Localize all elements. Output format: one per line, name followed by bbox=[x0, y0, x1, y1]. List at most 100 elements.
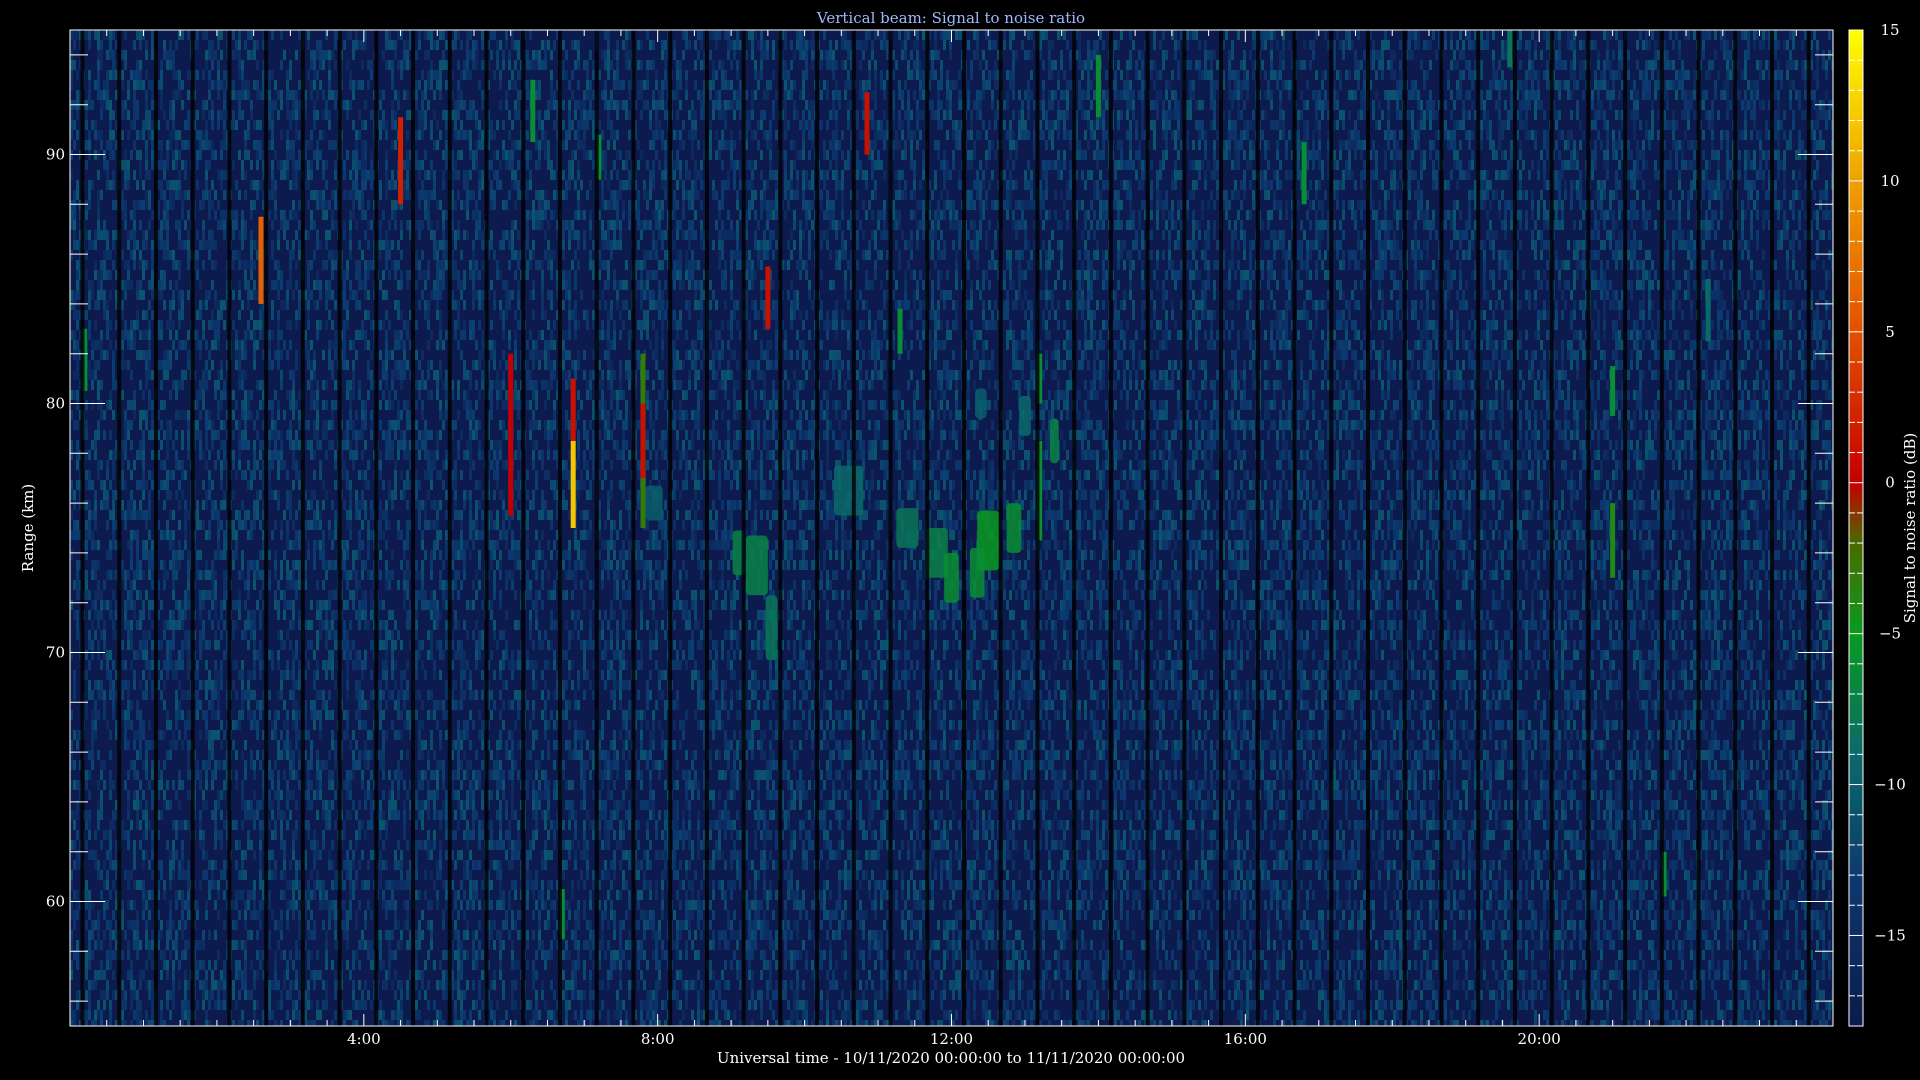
noise-cell bbox=[274, 760, 277, 770]
noise-cell bbox=[94, 300, 97, 310]
noise-cell bbox=[295, 180, 298, 190]
noise-cell bbox=[244, 370, 247, 380]
noise-cell bbox=[361, 140, 364, 150]
noise-cell bbox=[382, 810, 385, 820]
noise-cell bbox=[136, 650, 139, 660]
noise-cell bbox=[343, 440, 346, 450]
noise-cell bbox=[367, 750, 370, 760]
noise-cell bbox=[250, 670, 253, 680]
noise-cell bbox=[322, 550, 325, 560]
noise-cell bbox=[178, 820, 181, 830]
noise-cell bbox=[289, 430, 292, 440]
noise-cell bbox=[175, 490, 178, 500]
noise-cell bbox=[355, 950, 358, 960]
noise-cell bbox=[76, 400, 79, 410]
noise-cell bbox=[280, 300, 283, 310]
noise-cell bbox=[310, 190, 313, 200]
noise-cell bbox=[385, 40, 388, 50]
noise-cell bbox=[400, 640, 403, 650]
noise-cell bbox=[253, 200, 256, 210]
noise-cell bbox=[121, 450, 124, 460]
noise-cell bbox=[319, 60, 322, 70]
noise-cell bbox=[328, 750, 331, 760]
noise-cell bbox=[268, 570, 271, 580]
noise-cell bbox=[163, 890, 166, 900]
noise-cell bbox=[112, 530, 115, 540]
noise-cell bbox=[223, 70, 226, 80]
noise-cell bbox=[121, 390, 124, 400]
noise-cell bbox=[388, 610, 391, 620]
noise-cell bbox=[379, 120, 382, 130]
noise-cell bbox=[379, 930, 382, 940]
noise-cell bbox=[361, 320, 364, 330]
noise-cell bbox=[97, 590, 100, 600]
noise-cell bbox=[187, 210, 190, 220]
noise-cell bbox=[166, 180, 169, 190]
noise-cell bbox=[214, 570, 217, 580]
noise-cell bbox=[172, 640, 175, 650]
noise-cell bbox=[259, 840, 262, 850]
noise-cell bbox=[295, 470, 298, 480]
noise-cell bbox=[292, 440, 295, 450]
noise-cell bbox=[142, 480, 145, 490]
noise-cell bbox=[343, 920, 346, 930]
noise-cell bbox=[181, 370, 184, 380]
noise-cell bbox=[277, 770, 280, 780]
noise-cell bbox=[235, 920, 238, 930]
noise-cell bbox=[127, 740, 130, 750]
noise-cell bbox=[367, 60, 370, 70]
noise-cell bbox=[298, 240, 301, 250]
noise-cell bbox=[181, 660, 184, 670]
noise-cell bbox=[133, 500, 136, 510]
noise-cell bbox=[379, 90, 382, 100]
noise-cell bbox=[313, 60, 316, 70]
noise-cell bbox=[298, 80, 301, 90]
noise-cell bbox=[244, 970, 247, 980]
noise-cell bbox=[286, 490, 289, 500]
noise-cell bbox=[328, 920, 331, 930]
noise-cell bbox=[274, 960, 277, 970]
noise-cell bbox=[181, 550, 184, 560]
noise-cell bbox=[313, 430, 316, 440]
noise-cell bbox=[94, 830, 97, 840]
noise-cell bbox=[181, 160, 184, 170]
noise-cell bbox=[133, 260, 136, 270]
noise-cell bbox=[202, 220, 205, 230]
noise-cell bbox=[253, 910, 256, 920]
noise-cell bbox=[256, 500, 259, 510]
noise-cell bbox=[322, 660, 325, 670]
noise-cell bbox=[100, 610, 103, 620]
noise-cell bbox=[196, 710, 199, 720]
noise-cell bbox=[160, 360, 163, 370]
noise-cell bbox=[400, 990, 403, 1000]
noise-cell bbox=[292, 160, 295, 170]
noise-cell bbox=[328, 200, 331, 210]
noise-cell bbox=[241, 550, 244, 560]
noise-cell bbox=[94, 130, 97, 140]
noise-cell bbox=[124, 50, 127, 60]
noise-cell bbox=[136, 130, 139, 140]
noise-cell bbox=[388, 790, 391, 800]
noise-cell bbox=[88, 630, 91, 640]
noise-cell bbox=[94, 700, 97, 710]
noise-cell bbox=[379, 640, 382, 650]
noise-cell bbox=[232, 260, 235, 270]
noise-cell bbox=[202, 330, 205, 340]
noise-cell bbox=[322, 540, 325, 550]
noise-cell bbox=[364, 760, 367, 770]
noise-cell bbox=[334, 190, 337, 200]
noise-cell bbox=[256, 600, 259, 610]
noise-cell bbox=[94, 1010, 97, 1020]
noise-cell bbox=[292, 520, 295, 530]
noise-cell bbox=[355, 680, 358, 690]
noise-cell bbox=[349, 520, 352, 530]
noise-cell bbox=[370, 530, 373, 540]
noise-cell bbox=[208, 530, 211, 540]
noise-cell bbox=[241, 820, 244, 830]
noise-cell bbox=[250, 250, 253, 260]
noise-cell bbox=[202, 300, 205, 310]
noise-cell bbox=[361, 990, 364, 1000]
noise-cell bbox=[109, 100, 112, 110]
noise-cell bbox=[253, 900, 256, 910]
noise-cell bbox=[253, 40, 256, 50]
